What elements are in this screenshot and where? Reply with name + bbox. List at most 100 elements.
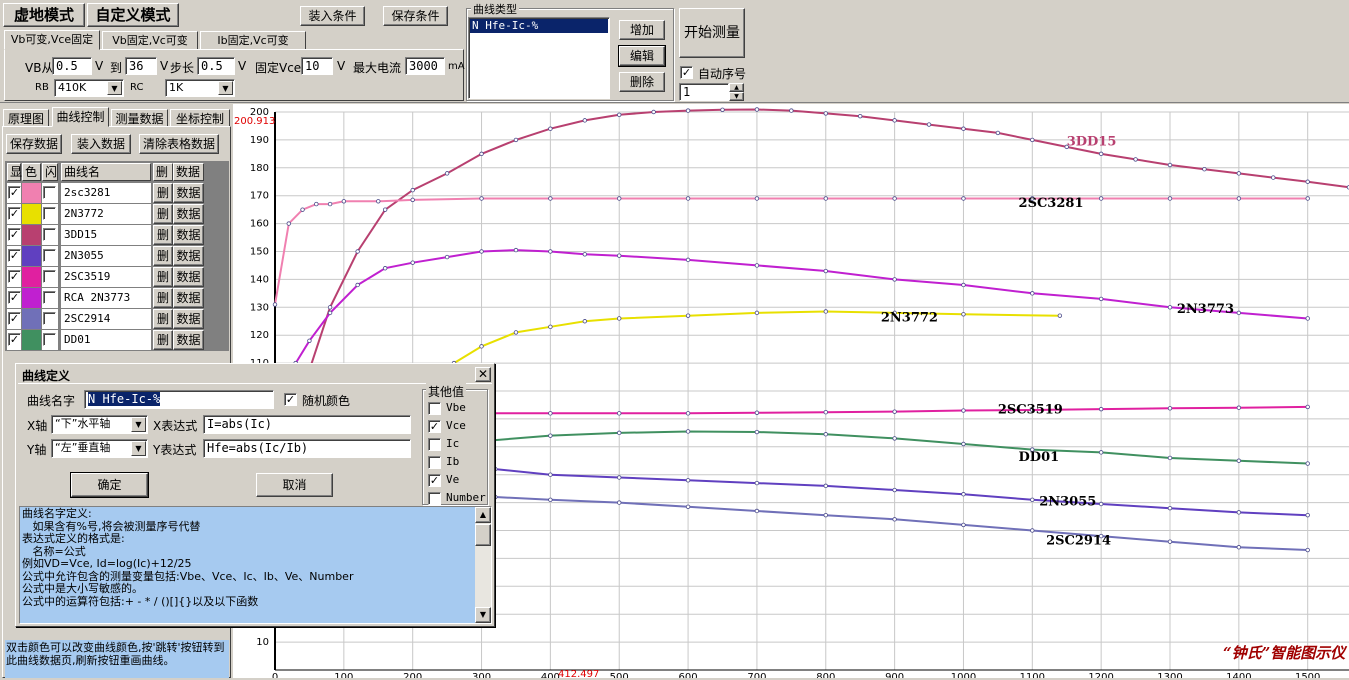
delete-row-button[interactable]: 删: [153, 288, 173, 308]
auto-seq-checkbox[interactable]: ✓: [680, 66, 693, 79]
clear-table-button[interactable]: 清除表格数据: [139, 134, 219, 154]
curve-name-cell[interactable]: 2N3772: [61, 204, 151, 224]
blink-checkbox[interactable]: [43, 249, 56, 262]
tab-curve-control[interactable]: 曲线控制: [52, 107, 109, 127]
curve-name-cell[interactable]: 2sc3281: [61, 183, 151, 203]
show-checkbox[interactable]: ✓: [8, 186, 21, 199]
vb-from-input[interactable]: 0.5: [52, 57, 92, 75]
other-ib-checkbox[interactable]: [428, 456, 441, 469]
curve-name-cell[interactable]: 3DD15: [61, 225, 151, 245]
vb-to-input[interactable]: 36: [125, 57, 157, 75]
data-row-button[interactable]: 数据: [173, 183, 204, 203]
data-row-button[interactable]: 数据: [173, 246, 204, 266]
color-swatch[interactable]: [22, 309, 41, 329]
mode-virtual-button[interactable]: 虚地模式: [3, 3, 85, 27]
load-condition-button[interactable]: 装入条件: [300, 6, 365, 26]
blink-checkbox[interactable]: [43, 270, 56, 283]
tab-vb-fixed[interactable]: Vb固定,Vc可变: [102, 31, 198, 50]
data-row-button[interactable]: 数据: [173, 330, 204, 350]
chevron-down-icon[interactable]: ▼: [131, 417, 146, 432]
delete-curve-type-button[interactable]: 删除: [619, 72, 665, 92]
scroll-thumb[interactable]: [475, 524, 491, 546]
blink-checkbox[interactable]: [43, 228, 56, 241]
max-current-input[interactable]: 3000: [405, 57, 445, 75]
delete-row-button[interactable]: 删: [153, 225, 173, 245]
show-checkbox[interactable]: ✓: [8, 249, 21, 262]
chevron-down-icon[interactable]: ▼: [131, 441, 146, 456]
seq-input[interactable]: 1: [679, 83, 729, 101]
rc-select[interactable]: 1K▼: [165, 79, 235, 97]
color-swatch[interactable]: [22, 204, 41, 224]
color-swatch[interactable]: [22, 330, 41, 350]
help-text-box[interactable]: 曲线名字定义: 如果含有%号,将会被测量序号代替表达式定义的格式是: 名称=公式…: [19, 506, 492, 624]
start-measure-button[interactable]: 开始测量: [679, 8, 745, 58]
add-curve-type-button[interactable]: 增加: [619, 20, 665, 40]
delete-row-button[interactable]: 删: [153, 309, 173, 329]
other-ve-checkbox[interactable]: ✓: [428, 474, 441, 487]
blink-checkbox[interactable]: [43, 186, 56, 199]
spin-up-icon[interactable]: ▲: [729, 83, 744, 92]
tab-measure-data[interactable]: 测量数据: [111, 109, 168, 127]
edit-curve-type-button[interactable]: 编辑: [619, 46, 665, 66]
blink-checkbox[interactable]: [43, 291, 56, 304]
data-row-button[interactable]: 数据: [173, 288, 204, 308]
x-expr-input[interactable]: I=abs(Ic): [203, 415, 411, 434]
show-checkbox[interactable]: ✓: [8, 207, 21, 220]
delete-row-button[interactable]: 删: [153, 267, 173, 287]
tab-ib-fixed[interactable]: Ib固定,Vc可变: [200, 31, 306, 50]
data-row-button[interactable]: 数据: [173, 267, 204, 287]
save-data-button[interactable]: 保存数据: [6, 134, 62, 154]
blink-checkbox[interactable]: [43, 207, 56, 220]
delete-row-button[interactable]: 删: [153, 330, 173, 350]
y-expr-input[interactable]: Hfe=abs(Ic/Ib): [203, 439, 411, 458]
data-row-button[interactable]: 数据: [173, 225, 204, 245]
curve-type-list[interactable]: N Hfe-Ic-%: [468, 17, 610, 99]
other-ic-checkbox[interactable]: [428, 438, 441, 451]
color-swatch[interactable]: [22, 267, 41, 287]
load-data-button[interactable]: 装入数据: [71, 134, 131, 154]
blink-checkbox[interactable]: [43, 312, 56, 325]
dialog-titlebar[interactable]: 曲线定义 ✕: [18, 366, 492, 384]
data-row-button[interactable]: 数据: [173, 204, 204, 224]
show-checkbox[interactable]: ✓: [8, 270, 21, 283]
show-checkbox[interactable]: ✓: [8, 333, 21, 346]
curve-name-cell[interactable]: RCA 2N3773: [61, 288, 151, 308]
curve-type-item-selected[interactable]: N Hfe-Ic-%: [470, 19, 608, 33]
ok-button[interactable]: 确定: [71, 473, 148, 497]
curve-name-cell[interactable]: DD01: [61, 330, 151, 350]
show-checkbox[interactable]: ✓: [8, 312, 21, 325]
step-input[interactable]: 0.5: [197, 57, 235, 75]
color-swatch[interactable]: [22, 183, 41, 203]
mode-custom-button[interactable]: 自定义模式: [87, 3, 179, 27]
delete-row-button[interactable]: 删: [153, 246, 173, 266]
curve-name-cell[interactable]: 2N3055: [61, 246, 151, 266]
other-vbe-checkbox[interactable]: [428, 402, 441, 415]
fixed-vce-input[interactable]: 10: [301, 57, 333, 75]
seq-spinner[interactable]: ▲ ▼: [729, 83, 744, 101]
scroll-down-icon[interactable]: ▼: [475, 607, 491, 623]
curve-name-cell[interactable]: 2SC3519: [61, 267, 151, 287]
rb-select[interactable]: 410K▼: [54, 79, 124, 97]
other-number-checkbox[interactable]: [428, 492, 441, 505]
color-swatch[interactable]: [22, 288, 41, 308]
delete-row-button[interactable]: 删: [153, 204, 173, 224]
color-swatch[interactable]: [22, 246, 41, 266]
curve-name-input[interactable]: N Hfe-Ic-%: [84, 390, 274, 409]
close-icon[interactable]: ✕: [475, 367, 491, 382]
cancel-button[interactable]: 取消: [256, 473, 333, 497]
blink-checkbox[interactable]: [43, 333, 56, 346]
chevron-down-icon[interactable]: ▼: [107, 81, 122, 95]
scroll-up-icon[interactable]: ▲: [475, 507, 491, 523]
other-vce-checkbox[interactable]: ✓: [428, 420, 441, 433]
curve-name-cell[interactable]: 2SC2914: [61, 309, 151, 329]
tab-coord-control[interactable]: 坐标控制: [170, 109, 230, 127]
tab-vb-variable[interactable]: Vb可变,Vce固定: [4, 30, 100, 50]
tab-schematic[interactable]: 原理图: [3, 109, 49, 127]
spin-down-icon[interactable]: ▼: [729, 92, 744, 101]
color-swatch[interactable]: [22, 225, 41, 245]
random-color-checkbox[interactable]: ✓: [284, 393, 297, 406]
y-axis-select[interactable]: “左”垂直轴▼: [51, 439, 148, 458]
delete-row-button[interactable]: 删: [153, 183, 173, 203]
x-axis-select[interactable]: “下”水平轴▼: [51, 415, 148, 434]
data-row-button[interactable]: 数据: [173, 309, 204, 329]
